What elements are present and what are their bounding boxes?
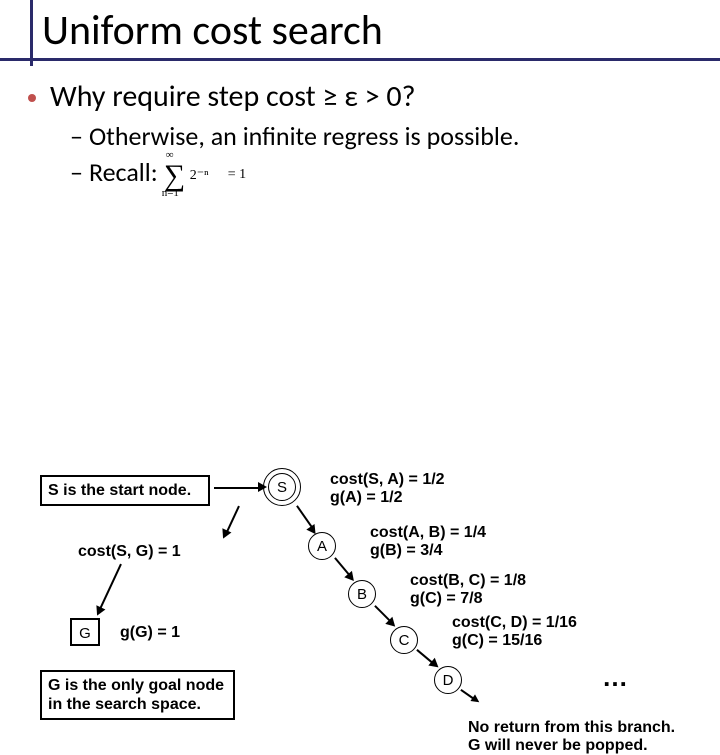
sigma-lower: n=1 (162, 187, 179, 199)
bullet-dot-icon (28, 94, 36, 102)
g-c2-label: g(C) = 15/16 (452, 631, 542, 650)
ellipsis-label: … (602, 662, 628, 693)
cost-bc-label: cost(B, C) = 1/8 (410, 571, 526, 590)
arrow-head-icon (93, 605, 106, 617)
summation-formula: ∞ ∑ n=1 2⁻ⁿ = 1 (164, 155, 254, 195)
title-bar: Uniform cost search (0, 0, 720, 66)
goal-node-label: G is the only goal node in the search sp… (40, 670, 235, 720)
node-s: S (268, 473, 296, 501)
arrow-line (99, 564, 121, 610)
sigma-rhs: = 1 (228, 167, 246, 183)
dash-icon: – (70, 120, 83, 152)
title-vertical-line (30, 0, 33, 66)
node-c: C (390, 626, 418, 654)
node-b: B (348, 580, 376, 608)
arrow-line (225, 506, 239, 534)
cost-sa-label: cost(S, A) = 1/2 (330, 470, 445, 489)
bullet-level1: Why require step cost ≥ ε > 0? (28, 78, 416, 115)
dash-icon: – (70, 156, 83, 188)
g-c-label: g(C) = 7/8 (410, 589, 482, 608)
g-of-g-label: g(G) = 1 (120, 623, 180, 642)
g-a-label: g(A) = 1/2 (330, 488, 402, 507)
sigma-term: 2⁻ⁿ (190, 167, 209, 184)
cost-sg-label: cost(S, G) = 1 (78, 542, 181, 561)
title-horizontal-line (0, 58, 720, 61)
sub-bullet-2: – Recall: ∞ ∑ n=1 2⁻ⁿ = 1 (70, 156, 254, 197)
slide-title: Uniform cost search (42, 5, 383, 56)
start-node-label: S is the start node. (40, 475, 210, 506)
sub1-text: Otherwise, an infinite regress is possib… (89, 120, 519, 152)
g-b-label: g(B) = 3/4 (370, 541, 442, 560)
cost-cd-label: cost(C, D) = 1/16 (452, 613, 577, 632)
no-return-line2: G will never be popped. (468, 736, 648, 755)
node-d: D (434, 666, 462, 694)
bullet1-text: Why require step cost ≥ ε > 0? (50, 78, 416, 115)
node-a: A (308, 532, 336, 560)
sub-bullet-1: – Otherwise, an infinite regress is poss… (70, 120, 519, 152)
node-g: G (70, 618, 100, 646)
sub2-prefix: Recall: (89, 156, 158, 188)
arrow-line (214, 487, 262, 489)
arrow-head-icon (219, 528, 232, 540)
search-diagram: S is the start node. cost(S, G) = 1 G g(… (0, 230, 720, 530)
cost-ab-label: cost(A, B) = 1/4 (370, 523, 486, 542)
no-return-line1: No return from this branch. (468, 718, 675, 737)
